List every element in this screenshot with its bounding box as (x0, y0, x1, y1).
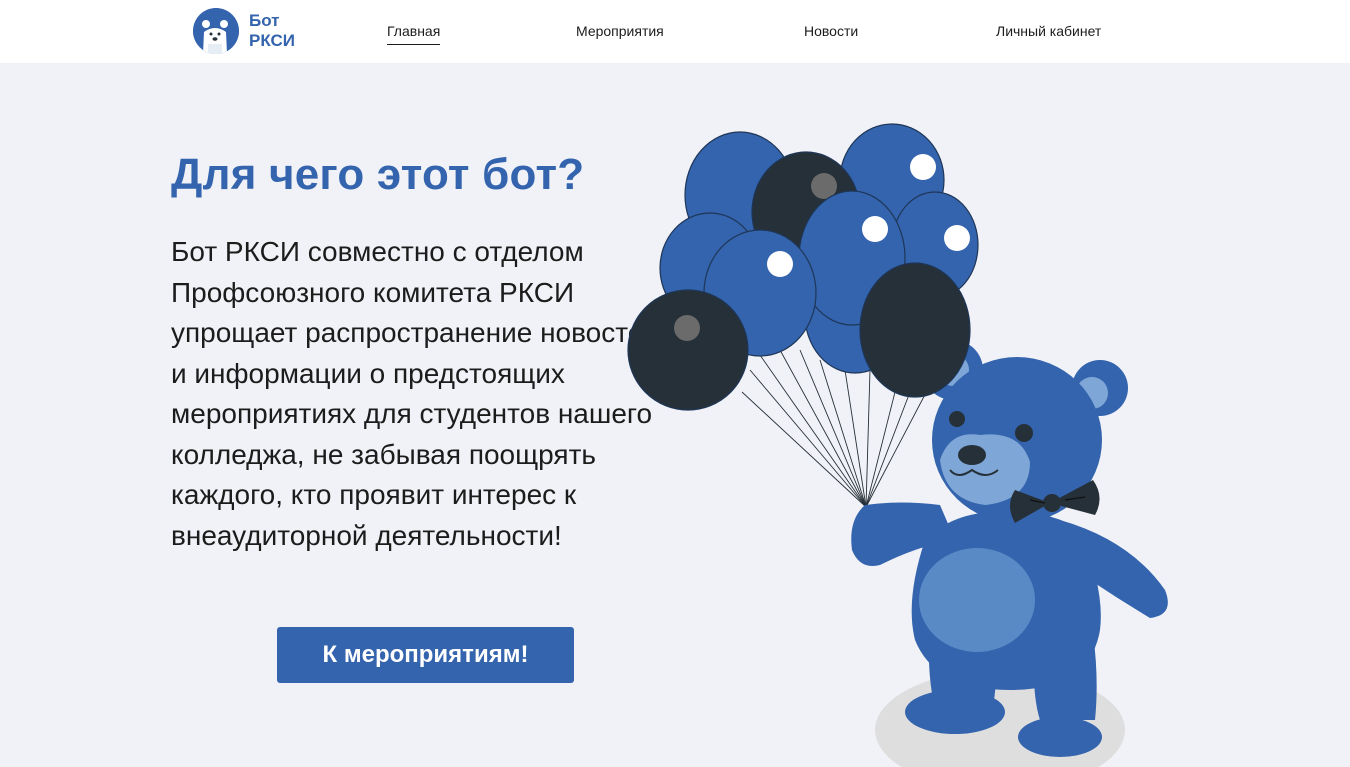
site-header: Бот РКСИ Главная Мероприятия Новости Лич… (0, 0, 1350, 63)
logo[interactable]: Бот РКСИ (193, 8, 295, 54)
polar-bear-icon (193, 8, 239, 54)
nav-item-account[interactable]: Личный кабинет (996, 23, 1101, 39)
logo-line-1: Бот (249, 11, 280, 30)
to-events-button[interactable]: К мероприятиям! (277, 627, 574, 683)
logo-text: Бот РКСИ (249, 11, 295, 51)
nav-item-events[interactable]: Мероприятия (576, 23, 664, 39)
hero-description: Бот РКСИ совместно с отделом Профсоюзног… (171, 236, 659, 551)
hero-title: Для чего этот бот? (171, 150, 585, 199)
teddy-bear-illustration (620, 118, 1180, 767)
nav-item-home[interactable]: Главная (387, 23, 441, 45)
logo-line-2: РКСИ (249, 31, 295, 50)
nav-item-news[interactable]: Новости (804, 23, 858, 39)
